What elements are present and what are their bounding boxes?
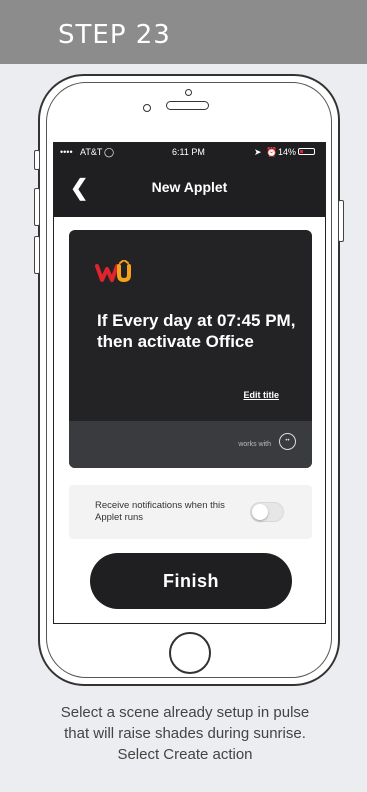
- phone-sensor: [185, 89, 192, 96]
- notification-label: Receive notifications when this Applet r…: [95, 500, 225, 523]
- status-bar: •••• AT&T ◯ 6:11 PM ➤ ⏰ 14%: [54, 143, 325, 161]
- edit-title-link[interactable]: Edit title: [244, 390, 280, 400]
- phone-volume-up-button: [34, 188, 40, 226]
- carrier-label: AT&T: [80, 147, 103, 157]
- status-time: 6:11 PM: [172, 147, 205, 157]
- battery-percent: 14%: [278, 147, 297, 157]
- toggle-knob: [252, 504, 268, 520]
- wu-logo-icon: [95, 260, 131, 283]
- step-header: STEP 23: [0, 0, 367, 64]
- wifi-icon: ◯: [104, 147, 115, 157]
- works-with-label: works with: [238, 441, 271, 448]
- step-title: STEP 23: [58, 20, 171, 50]
- nav-bar: ❮ New Applet: [54, 161, 325, 217]
- home-button[interactable]: [169, 632, 211, 674]
- card-footer: works with ••: [69, 421, 312, 468]
- applet-card: If Every day at 07:45 PM, then activate …: [69, 230, 312, 468]
- notification-toggle[interactable]: [250, 502, 284, 522]
- phone-speaker: [166, 101, 209, 110]
- applet-title: If Every day at 07:45 PM, then activate …: [97, 311, 296, 351]
- finish-button[interactable]: Finish: [90, 553, 292, 609]
- battery-level: [300, 150, 303, 153]
- location-icon: ➤: [254, 147, 262, 157]
- battery-icon: [298, 148, 315, 155]
- phone-camera: [143, 104, 151, 112]
- page-title: New Applet: [151, 179, 228, 195]
- notification-setting: Receive notifications when this Applet r…: [69, 485, 312, 539]
- phone-side-button: [34, 150, 40, 170]
- phone-volume-down-button: [34, 236, 40, 274]
- signal-icon: ••••: [60, 147, 73, 157]
- phone-screen: •••• AT&T ◯ 6:11 PM ➤ ⏰ 14% ❮ New Applet…: [53, 142, 326, 624]
- alarm-icon: ⏰: [266, 147, 278, 157]
- instruction-caption: Select a scene already setup in pulse th…: [60, 704, 310, 763]
- phone-power-button: [338, 200, 344, 242]
- service-icon: ••: [279, 433, 296, 450]
